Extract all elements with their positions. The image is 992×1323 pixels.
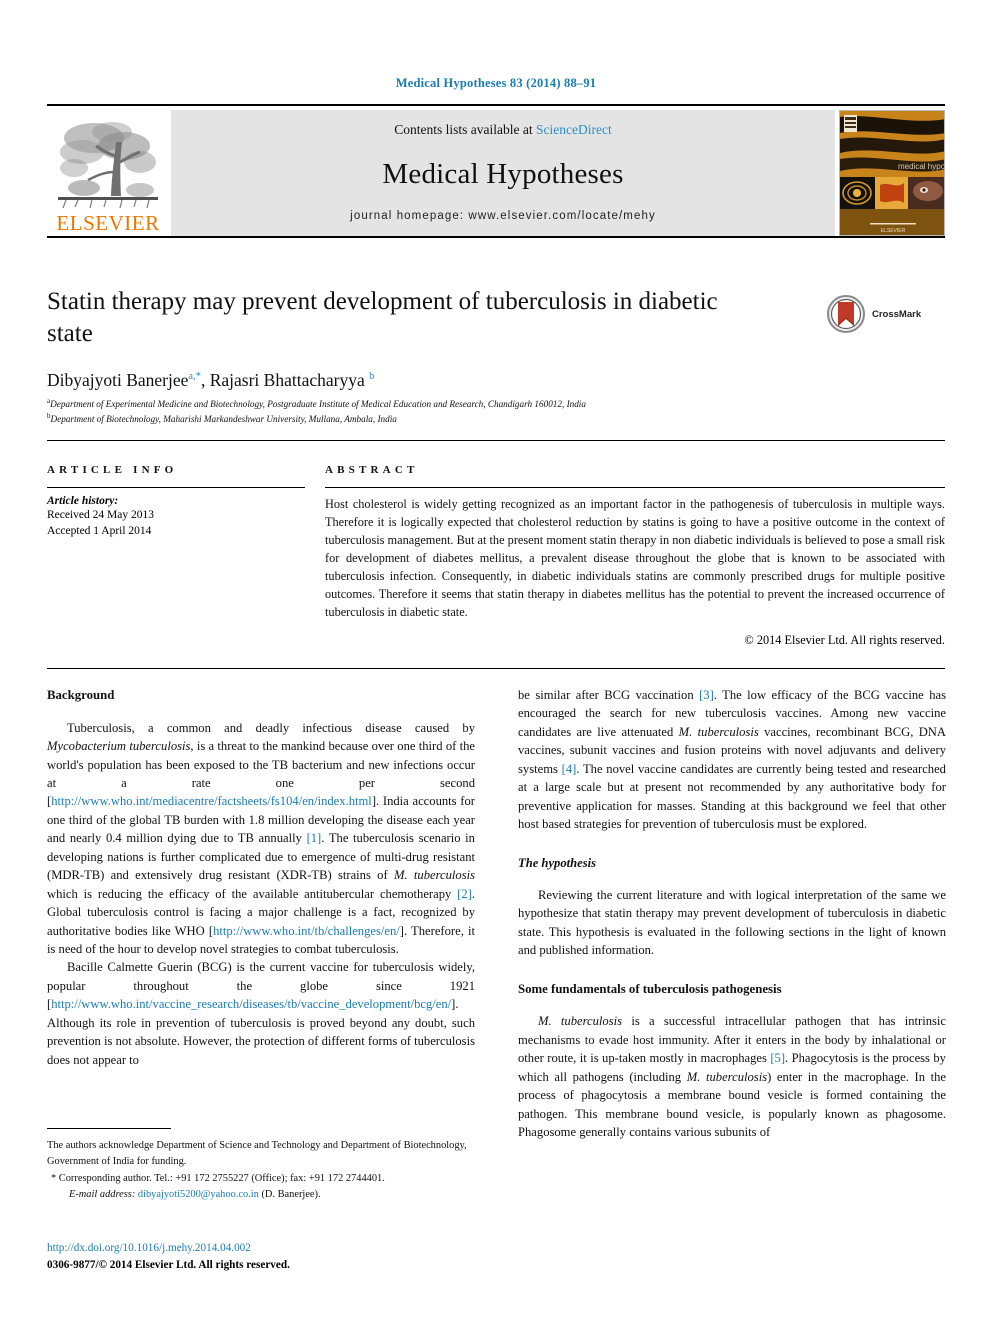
article-info-block: ARTICLE INFO Article history: Received 2…	[47, 464, 305, 540]
contents-available-line: Contents lists available at ScienceDirec…	[394, 122, 611, 138]
abstract-text: Host cholesterol is widely getting recog…	[325, 497, 945, 619]
affiliation-b: bDepartment of Biotechnology, Maharishi …	[47, 412, 397, 425]
paragraph-4: Reviewing the current literature and wit…	[518, 887, 946, 958]
paragraph-2: Bacille Calmette Guerin (BCG) is the cur…	[47, 958, 475, 1069]
affiliation-a: aDepartment of Experimental Medicine and…	[47, 397, 586, 410]
email-note: E-mail address: dibyajyoti5200@yahoo.co.…	[47, 1187, 475, 1203]
journal-band: Contents lists available at ScienceDirec…	[171, 110, 835, 236]
p3-a: be similar after BCG vaccination	[518, 688, 700, 702]
author-list: Dibyajyoti Banerjeea,*, Rajasri Bhattach…	[47, 370, 375, 390]
p1-e: which is reducing the efficacy of the av…	[47, 886, 458, 901]
elsevier-wordmark: ELSEVIER	[56, 211, 160, 235]
body-column-left: Background Tuberculosis, a common and de…	[47, 686, 475, 1069]
journal-masthead: ELSEVIER Contents lists available at Sci…	[47, 104, 945, 236]
heading-fundamentals: Some fundamentals of tuberculosis pathog…	[518, 981, 782, 996]
p5-italic-2: M. tuberculosis	[686, 1069, 768, 1084]
p3-d: . The novel vaccine candidates are curre…	[518, 761, 946, 832]
journal-title: Medical Hypotheses	[382, 157, 624, 190]
reference-2-link[interactable]: [2]	[457, 887, 472, 901]
who-challenges-link[interactable]: http://www.who.int/tb/challenges/en/	[213, 924, 400, 938]
paragraph-1: Tuberculosis, a common and deadly infect…	[47, 719, 475, 959]
abstract-rule	[325, 487, 945, 488]
reference-1-link[interactable]: [1]	[307, 831, 322, 845]
p1-italic-2: M. tuberculosis	[393, 868, 476, 883]
reference-5-link[interactable]: [5]	[770, 1051, 785, 1065]
article-info-rule	[47, 487, 305, 488]
copyright-line: © 2014 Elsevier Ltd. All rights reserved…	[744, 632, 945, 647]
footnote-divider	[47, 1128, 171, 1129]
email-link[interactable]: dibyajyoti5200@yahoo.co.in	[138, 1189, 259, 1200]
abstract-block: ABSTRACT Host cholesterol is widely gett…	[325, 464, 945, 648]
doi-link[interactable]: http://dx.doi.org/10.1016/j.mehy.2014.04…	[47, 1240, 547, 1257]
svg-text:ELSEVIER: ELSEVIER	[881, 228, 906, 234]
affiliation-b-text: Department of Biotechnology, Maharishi M…	[50, 414, 397, 425]
email-suffix: (D. Banerjee).	[258, 1188, 321, 1200]
heading-background: Background	[47, 688, 115, 702]
article-received-date: Received 24 May 2013	[47, 509, 154, 521]
crossmark-badge[interactable]: CrossMark	[826, 292, 946, 336]
article-history-label: Article history:	[47, 495, 119, 507]
crossmark-icon	[827, 295, 865, 333]
article-accepted-date: Accepted 1 April 2014	[47, 525, 152, 538]
heading-the-hypothesis: The hypothesis	[518, 855, 597, 870]
affiliation-list: aDepartment of Experimental Medicine and…	[47, 396, 907, 427]
paper-page: Medical Hypotheses 83 (2014) 88–91 ELSEV…	[0, 0, 992, 1323]
page-title: Statin therapy may prevent development o…	[47, 288, 718, 347]
abstract-heading: ABSTRACT	[325, 464, 419, 476]
corresponding-author-note: * Corresponding author. Tel.: +91 172 27…	[51, 1173, 385, 1185]
elsevier-logo: ELSEVIER	[47, 110, 169, 236]
info-divider	[47, 440, 945, 441]
who-bcg-link[interactable]: http://www.who.int/vaccine_research/dise…	[51, 997, 451, 1011]
crossmark-label: CrossMark	[872, 308, 922, 320]
p1-a: Tuberculosis, a common and deadly infect…	[67, 720, 475, 735]
elsevier-tree-icon	[54, 116, 162, 212]
who-factsheet-link[interactable]: http://www.who.int/mediacentre/factsheet…	[51, 794, 372, 808]
email-label: E-mail address:	[69, 1188, 136, 1200]
paragraph-3: be similar after BCG vaccination [3] . Th…	[518, 686, 946, 834]
footnote-block: The authors acknowledge Department of Sc…	[47, 1138, 475, 1202]
reference-4-link[interactable]: [4]	[562, 762, 577, 776]
contents-prefix: Contents lists available at	[394, 122, 536, 137]
issn-copyright-line: 0306-9877/© 2014 Elsevier Ltd. All right…	[47, 1258, 290, 1271]
body-divider	[47, 668, 945, 669]
title-divider	[47, 236, 945, 238]
body-column-right: be similar after BCG vaccination [3] . Th…	[518, 686, 946, 1141]
funding-note: The authors acknowledge Department of Sc…	[47, 1140, 467, 1167]
p3-italic-1: M. tuberculosis	[678, 724, 759, 739]
journal-cover-thumbnail: medical hypotheses ELSEVIER	[839, 110, 945, 236]
footer-block: http://dx.doi.org/10.1016/j.mehy.2014.04…	[47, 1240, 547, 1274]
svg-text:medical hypotheses: medical hypotheses	[898, 162, 945, 171]
p5-italic-1: M. tuberculosis	[538, 1014, 623, 1029]
article-info-heading: ARTICLE INFO	[47, 464, 178, 476]
affiliation-a-text: Department of Experimental Medicine and …	[50, 399, 586, 410]
journal-homepage-link[interactable]: journal homepage: www.elsevier.com/locat…	[350, 210, 656, 222]
paragraph-5: M. tuberculosis is a successful intracel…	[518, 1012, 946, 1141]
p1-italic-1: Mycobacterium tuberculosis	[47, 739, 191, 754]
running-head: Medical Hypotheses 83 (2014) 88–91	[395, 76, 597, 90]
sciencedirect-link[interactable]: ScienceDirect	[536, 122, 612, 137]
reference-3-link[interactable]: [3]	[699, 688, 714, 702]
